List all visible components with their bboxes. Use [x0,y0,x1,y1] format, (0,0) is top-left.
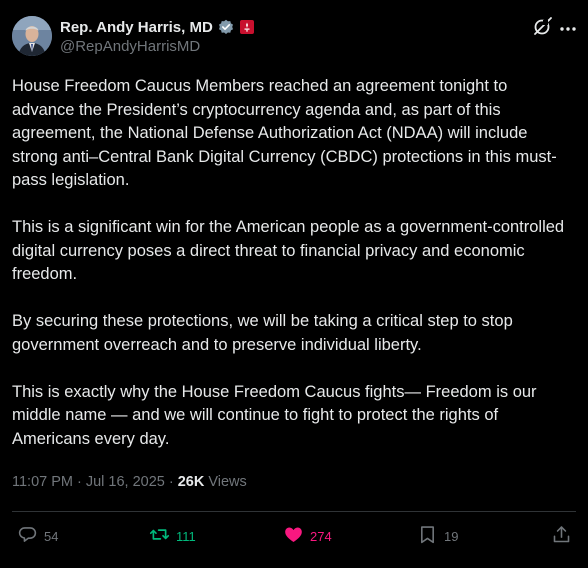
reply-button[interactable]: 54 [17,524,58,548]
bookmark-count: 19 [444,528,459,544]
author-name-row: Rep. Andy Harris, MD [60,17,255,37]
share-button[interactable] [551,524,572,548]
repost-button[interactable]: 111 [149,524,196,548]
views-count: 26K [177,474,205,490]
like-icon [283,524,304,548]
avatar[interactable] [12,16,52,56]
tweet-text: House Freedom Caucus Members reached an … [12,75,572,475]
meta-separator: · [77,474,82,490]
divider [12,511,576,512]
affiliation-badge-icon[interactable] [239,19,255,35]
bookmark-button[interactable]: 19 [417,524,458,548]
meta-separator: · [168,474,174,490]
tweet-time[interactable]: 11:07 PM [12,474,73,490]
action-bar: 54 111 274 19 [0,524,588,548]
reply-icon [17,524,38,548]
share-icon [551,524,572,548]
author-handle[interactable]: @RepAndyHarrisMD [60,38,200,55]
bookmark-icon [417,524,438,548]
tweet-paragraph: This is a significant win for the Americ… [12,218,565,283]
reply-count: 54 [44,528,59,544]
repost-count: 111 [176,528,196,544]
tweet-date[interactable]: Jul 16, 2025 [86,474,165,490]
verified-badge-icon [218,19,234,35]
repost-icon [149,524,170,548]
like-count: 274 [310,528,332,544]
more-icon[interactable] [558,19,578,39]
grok-icon[interactable] [531,16,553,38]
views-label: Views [208,474,247,490]
tweet-paragraph: House Freedom Caucus Members reached an … [12,77,557,189]
tweet-meta: 11:07 PM · Jul 16, 2025 · 26K Views [12,474,247,490]
author-display-name[interactable]: Rep. Andy Harris, MD [60,19,213,36]
like-button[interactable]: 274 [283,524,332,548]
tweet-paragraph: By securing these protections, we will b… [12,312,513,354]
tweet-paragraph: This is exactly why the House Freedom Ca… [12,382,537,448]
